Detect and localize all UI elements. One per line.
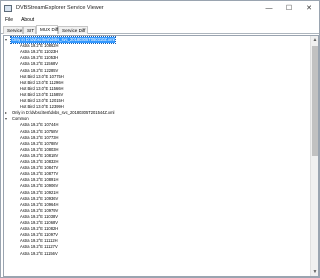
tree-node[interactable]: Astra 19.2°E 10936V — [4, 196, 304, 202]
tree-node-label: Hot Bird 13.0°E 10775H — [20, 73, 64, 79]
tree-node-label: Hot Bird 13.0°E 12015H — [20, 98, 64, 103]
tree-node[interactable]: Astra 19.2°E 11127V — [4, 244, 304, 250]
tree-node-label: Astra 19.2°E 11568V — [20, 61, 58, 67]
tree-node-label: Astra 19.2°E 11112H — [20, 238, 58, 244]
tree-group-node[interactable]: ▾ Only in D:\dvbsc\test\dvbs_svc_20180305… — [4, 36, 304, 44]
tree-node-label: Astra 19.2°E 11127V — [20, 244, 58, 250]
tree-node-label: Astra 19.2°E 10906V — [20, 183, 59, 189]
arrow-up-icon[interactable]: ▲ — [311, 36, 318, 44]
tree-node-label: Only in D:\dvbsc\test\dvbs_svc_20180305T… — [9, 36, 117, 44]
tree-node[interactable]: Astra 19.2°E 10877V — [4, 171, 304, 177]
menu-about[interactable]: About — [17, 17, 38, 23]
tree-node[interactable]: Astra 19.2°E 10818V — [4, 153, 304, 159]
tree-node-label: Astra 19.2°E 11082H — [20, 226, 59, 232]
tree-node-label: Astra 19.2°E 10964H — [20, 201, 59, 207]
tree-node[interactable]: Astra 19.2°E 10921H — [4, 190, 304, 196]
tree-node[interactable]: Hot Bird 13.0°E 11585V — [4, 92, 304, 98]
vertical-scrollbar[interactable]: ▲ ▼ — [310, 36, 318, 276]
tree-node[interactable]: Hot Bird 13.0°E 11296H — [4, 80, 304, 86]
tree-node-label: Astra 19.2°E 10862H — [20, 43, 59, 49]
tree-node-label: Astra 19.2°E 10773H — [20, 134, 59, 140]
title-bar[interactable]: DVBStreamExplorer Service Viewer — ☐ ✕ — [1, 1, 319, 15]
tree-node[interactable]: Astra 19.2°E 10862H — [4, 43, 304, 49]
minimize-button[interactable]: — — [259, 1, 279, 15]
diff-tree[interactable]: ▾ Only in D:\dvbsc\test\dvbs_svc_20180305… — [4, 36, 310, 276]
tree-node-label: Astra 19.2°E 11097V — [20, 232, 58, 238]
main-window: DVBStreamExplorer Service Viewer — ☐ ✕ F… — [0, 0, 320, 278]
tree-node-label: Astra 19.2°E 10818V — [20, 152, 59, 158]
tree-node-label: Astra 19.2°E 11038V — [20, 213, 58, 219]
tab-service[interactable]: Service — [3, 26, 23, 34]
tree-node-label: Astra 19.2°E 10847V — [20, 165, 59, 171]
tree-node[interactable]: Astra 19.2°E 10964H — [4, 202, 304, 208]
tree-node-label: Astra 19.2°E 10891H — [20, 177, 59, 183]
tree-node-label: Hot Bird 13.0°E 11296H — [20, 79, 64, 85]
tree-node-label: Astra 19.2°E 10744H — [20, 122, 59, 128]
tree-node-label: Astra 19.2°E 10758V — [20, 128, 59, 134]
tree-node[interactable]: Astra 19.2°E 11568V — [4, 61, 304, 67]
tree-node-label: Astra 19.2°E 10803H — [20, 146, 59, 152]
tree-node[interactable]: Astra 19.2°E 10758V — [4, 129, 304, 135]
tree-node[interactable]: Astra 19.2°E 11112H — [4, 238, 304, 244]
tree-node[interactable]: Astra 19.2°E 12285V — [4, 68, 304, 74]
plus-icon[interactable]: ▸ — [5, 111, 9, 115]
tree-node[interactable]: Astra 19.2°E 10744H — [4, 122, 304, 128]
tree-group-node[interactable]: ▸ Only in D:\dvbsc\test\dvbs_svc_20180305… — [4, 110, 304, 116]
arrow-down-icon[interactable]: ▼ — [311, 268, 318, 276]
tree-node[interactable]: Astra 19.2°E 11023H — [4, 49, 304, 55]
tree-node-label: Astra 19.2°E 11156V — [20, 250, 58, 256]
tree-node[interactable]: Astra 19.2°E 10979V — [4, 208, 304, 214]
minus-icon[interactable]: ▾ — [5, 117, 9, 121]
tree-node-label: Hot Bird 13.0°E 12399H — [20, 104, 64, 110]
tree-node-label: Hot Bird 13.0°E 11585V — [20, 91, 64, 97]
tree-node[interactable]: Hot Bird 13.0°E 12399H — [4, 104, 304, 110]
app-icon — [4, 4, 12, 12]
tree-node-label: Astra 19.2°E 10979V — [20, 207, 59, 213]
tree-node-label: Astra 19.2°E 10921H — [20, 189, 59, 195]
tree-node-label: Only in D:\dvbsc\test\dvbs_svc_20180305T… — [12, 110, 115, 116]
tree-node[interactable]: Astra 19.2°E 11097V — [4, 232, 304, 238]
tree-node[interactable]: Astra 19.2°E 11068V — [4, 220, 304, 226]
menu-file[interactable]: File — [1, 17, 17, 23]
scrollbar-thumb[interactable] — [312, 46, 318, 156]
tree-node[interactable]: Hot Bird 13.0°E 12015H — [4, 98, 304, 104]
tree-group-node[interactable]: ▾ Common — [4, 116, 304, 122]
tab-sit[interactable]: SIT — [23, 26, 36, 34]
tree-node-label: Hot Bird 13.0°E 11566H — [20, 85, 64, 91]
tree-node[interactable]: Astra 19.2°E 11038V — [4, 214, 304, 220]
tree-node[interactable]: Astra 19.2°E 10788V — [4, 141, 304, 147]
tree-node-label: Astra 19.2°E 10832H — [20, 159, 59, 164]
tab-mux-diff[interactable]: MUX Diff — [36, 25, 58, 34]
tree-node-label: Astra 19.2°E 10936V — [20, 195, 59, 201]
tree-node[interactable]: Astra 19.2°E 11053H — [4, 55, 304, 61]
minus-icon[interactable]: ▾ — [5, 38, 9, 42]
tree-node-label: Astra 19.2°E 11023H — [20, 49, 59, 55]
tree-node[interactable]: Hot Bird 13.0°E 10775H — [4, 74, 304, 80]
tree-node-label: Astra 19.2°E 10788V — [20, 140, 59, 146]
tab-bar: Service SIT MUX Diff Service Diff — [1, 25, 319, 34]
menu-bar: File About — [1, 15, 319, 24]
tab-service-diff[interactable]: Service Diff — [58, 26, 88, 34]
window-controls: — ☐ ✕ — [259, 1, 319, 15]
tree-node[interactable]: Astra 19.2°E 10803H — [4, 147, 304, 153]
tree-node[interactable]: Astra 19.2°E 11156V — [4, 251, 304, 257]
tree-node-label: Astra 19.2°E 11068V — [20, 220, 58, 225]
tree-node-label: Astra 19.2°E 10877V — [20, 171, 59, 177]
tree-node-label: Astra 19.2°E 11053H — [20, 55, 59, 61]
maximize-button[interactable]: ☐ — [279, 1, 299, 15]
window-title: DVBStreamExplorer Service Viewer — [16, 5, 104, 11]
tree-node[interactable]: Astra 19.2°E 10906V — [4, 183, 304, 189]
mux-diff-panel: ▾ Only in D:\dvbsc\test\dvbs_svc_20180305… — [3, 35, 319, 277]
tree-node-label: Astra 19.2°E 12285V — [20, 67, 59, 73]
tree-node[interactable]: Astra 19.2°E 10891H — [4, 177, 304, 183]
close-button[interactable]: ✕ — [299, 1, 319, 15]
tree-node[interactable]: Astra 19.2°E 10847V — [4, 165, 304, 171]
tree-node-label: Common — [12, 116, 29, 122]
tree-node[interactable]: Astra 19.2°E 10832H — [4, 159, 304, 165]
tree-node[interactable]: Astra 19.2°E 10773H — [4, 135, 304, 141]
tree-node[interactable]: Hot Bird 13.0°E 11566H — [4, 86, 304, 92]
tree-node[interactable]: Astra 19.2°E 11082H — [4, 226, 304, 232]
